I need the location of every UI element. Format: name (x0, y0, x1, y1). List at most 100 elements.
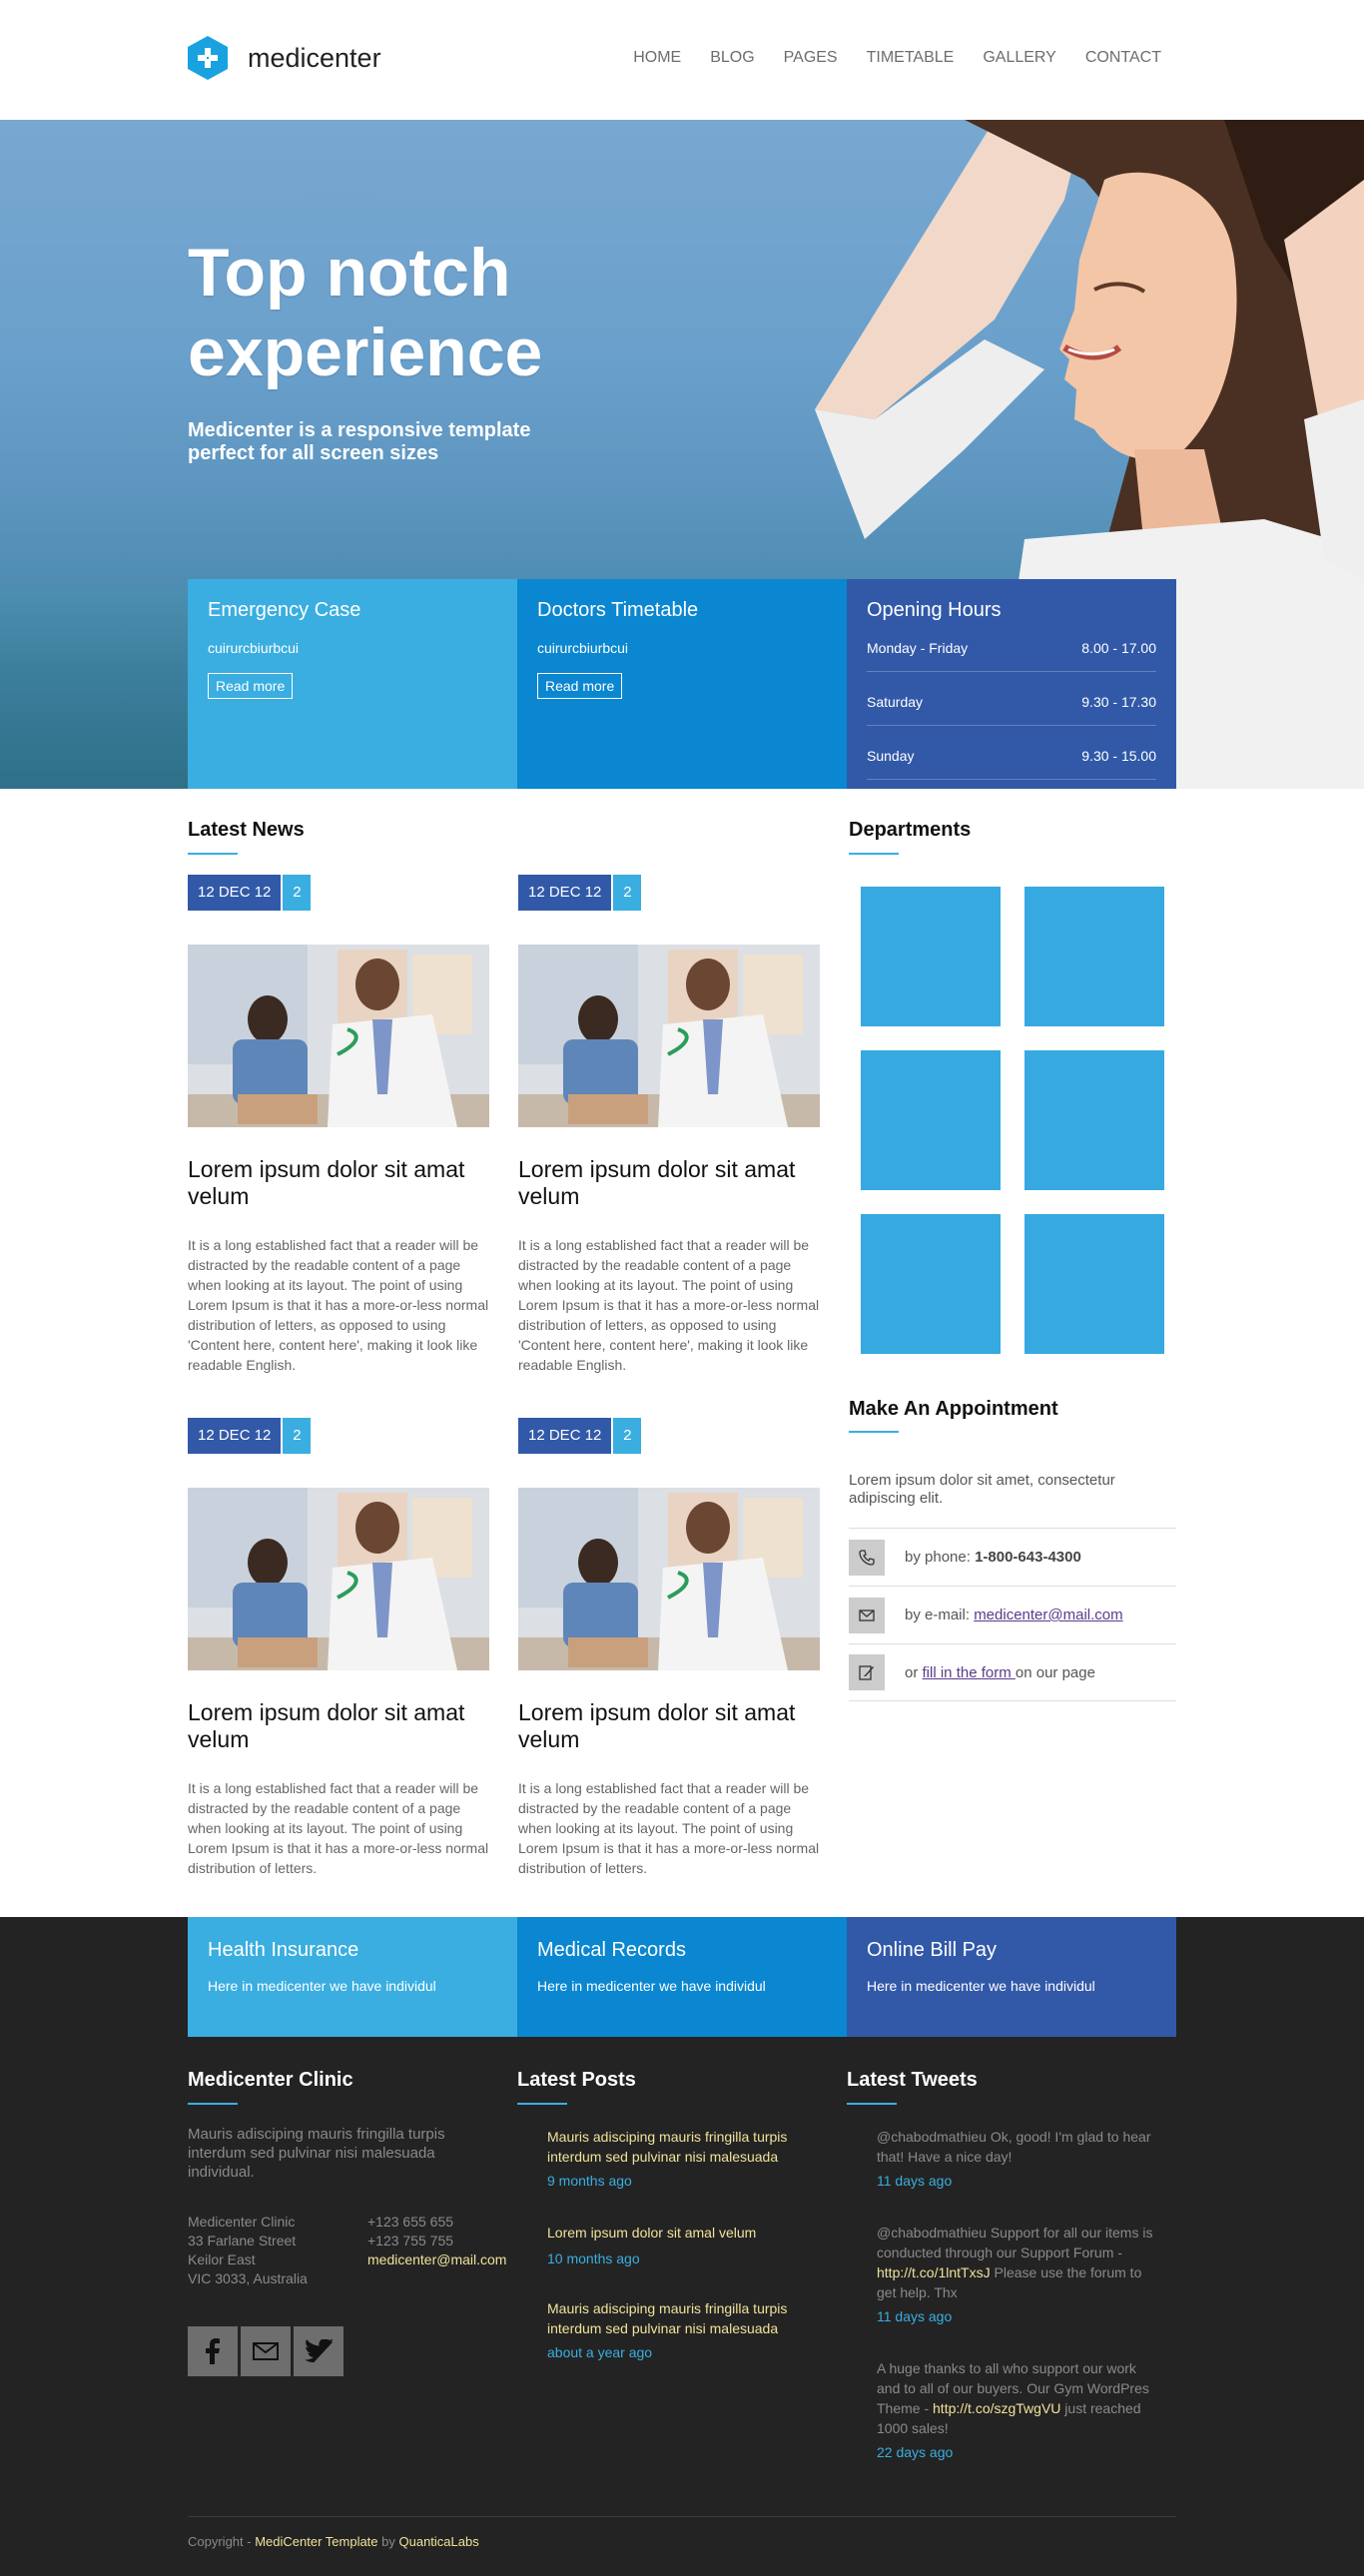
news-image[interactable] (188, 1488, 489, 1670)
post-title-link[interactable]: Mauris adisciping mauris fringilla turpi… (547, 2298, 827, 2338)
date-badge: 12 DEC 12 2 (188, 875, 489, 911)
clinic-email-link[interactable]: medicenter@mail.com (367, 2251, 527, 2269)
news-image[interactable] (518, 945, 820, 1127)
site-footer: Health Insurance Here in medicenter we h… (0, 1917, 1364, 2576)
heading-underline (847, 2103, 897, 2105)
online-bill-pay-box[interactable]: Online Bill Pay Here in medicenter we ha… (847, 1917, 1176, 2037)
edit-form-icon (849, 1654, 885, 1690)
tweet-link[interactable]: http://t.co/1lntTxsJ (877, 2264, 991, 2280)
comment-count[interactable]: 2 (283, 875, 312, 911)
news-title[interactable]: Lorem ipsum dolor sit amat velum (188, 1156, 489, 1210)
hero-title: Top notch experience (188, 235, 543, 390)
emergency-text: cuirurcbiurbcui (208, 640, 300, 656)
news-excerpt: It is a long established fact that a rea… (518, 1780, 820, 1876)
latest-post: Lorem ipsum dolor sit amal velum 10 mont… (547, 2223, 827, 2268)
timetable-read-more-button[interactable]: Read more (537, 673, 623, 699)
department-tile[interactable] (1024, 887, 1164, 1026)
news-date: 12 DEC 12 (188, 875, 282, 911)
email-link[interactable]: medicenter@mail.com (974, 1607, 1122, 1623)
tweet-time[interactable]: 11 days ago (877, 2306, 1156, 2326)
news-image[interactable] (188, 945, 489, 1127)
logo[interactable]: medicenter (188, 36, 381, 80)
nav-contact[interactable]: CONTACT (1085, 49, 1161, 67)
date-badge: 12 DEC 12 2 (518, 1418, 820, 1454)
address-line: Medicenter Clinic (188, 2214, 296, 2230)
nav-timetable[interactable]: TIMETABLE (867, 49, 955, 67)
tweet: @chabodmathieu Support for all our items… (877, 2223, 1156, 2326)
main-nav: HOME BLOG PAGES TIMETABLE GALLERY CONTAC… (604, 49, 1161, 67)
hours-row: Saturday 9.30 - 17.30 (867, 688, 1156, 726)
health-insurance-box[interactable]: Health Insurance Here in medicenter we h… (188, 1917, 517, 2037)
footer-box-title: Medical Records (537, 1939, 686, 1961)
nav-pages[interactable]: PAGES (784, 49, 838, 67)
news-date: 12 DEC 12 (518, 875, 612, 911)
news-title[interactable]: Lorem ipsum dolor sit amat velum (518, 1699, 820, 1753)
department-tile[interactable] (861, 1214, 1001, 1354)
site-header: medicenter HOME BLOG PAGES TIMETABLE GAL… (0, 0, 1364, 120)
tweet-time[interactable]: 11 days ago (877, 2171, 1156, 2191)
heading-underline (849, 853, 899, 855)
news-excerpt: It is a long established fact that a rea… (188, 1780, 489, 1876)
emergency-box: Emergency Case cuirurcbiurbcui Read more (188, 579, 517, 789)
footer-box-title: Health Insurance (208, 1939, 359, 1961)
timetable-text: cuirurcbiurbcui (537, 640, 629, 656)
comment-count[interactable]: 2 (613, 1418, 642, 1454)
fill-form-link[interactable]: fill in the form (923, 1664, 1016, 1681)
tweet-time[interactable]: 22 days ago (877, 2442, 1156, 2462)
nav-home[interactable]: HOME (633, 49, 681, 67)
department-tile[interactable] (1024, 1050, 1164, 1190)
footer-box-title: Online Bill Pay (867, 1939, 998, 1961)
nav-gallery[interactable]: GALLERY (983, 49, 1056, 67)
latest-tweets-heading: Latest Tweets (847, 2069, 978, 2091)
post-time: 10 months ago (547, 2251, 640, 2266)
hero-subtitle: Medicenter is a responsive template perf… (188, 419, 531, 464)
comment-count[interactable]: 2 (283, 1418, 312, 1454)
footer-box-text: Here in medicenter we have individul (867, 1978, 1095, 1994)
address-line: VIC 3033, Australia (188, 2270, 308, 2286)
facebook-icon[interactable] (188, 2326, 238, 2376)
department-tile[interactable] (861, 887, 1001, 1026)
author-link[interactable]: QuanticaLabs (399, 2534, 479, 2549)
news-title[interactable]: Lorem ipsum dolor sit amat velum (188, 1699, 489, 1753)
emergency-read-more-button[interactable]: Read more (208, 673, 294, 699)
template-link[interactable]: MediCenter Template (255, 2534, 377, 2549)
heading-underline (517, 2103, 567, 2105)
phone-number[interactable]: 1-800-643-4300 (975, 1549, 1081, 1566)
logo-text: medicenter (248, 42, 381, 73)
news-image[interactable] (518, 1488, 820, 1670)
clinic-contacts: +123 655 655 +123 755 755 medicenter@mai… (367, 2213, 527, 2269)
email-label: by e-mail: (905, 1607, 975, 1623)
hours-day: Monday - Friday (867, 640, 969, 656)
news-excerpt: It is a long established fact that a rea… (518, 1237, 820, 1373)
tweet: @chabodmathieu Ok, good! I'm glad to hea… (877, 2127, 1156, 2191)
nav-blog[interactable]: BLOG (710, 49, 754, 67)
latest-news-heading: Latest News (188, 819, 305, 841)
post-title-link[interactable]: Mauris adisciping mauris fringilla turpi… (547, 2127, 827, 2167)
post-title-link[interactable]: Lorem ipsum dolor sit amal velum (547, 2223, 827, 2243)
heading-underline (188, 2103, 238, 2105)
post-time: 9 months ago (547, 2173, 632, 2189)
appointment-form: or fill in the form on our page (905, 1664, 1095, 1681)
social-icons (188, 2326, 343, 2376)
comment-count[interactable]: 2 (613, 875, 642, 911)
news-item: 12 DEC 12 2 Lorem ipsum dolor sit amat v… (518, 1418, 820, 1878)
appointment-phone-row: by phone: 1-800-643-4300 (849, 1528, 1176, 1586)
clinic-phone: +123 655 655 (367, 2214, 454, 2230)
news-title[interactable]: Lorem ipsum dolor sit amat velum (518, 1156, 820, 1210)
tweet-link[interactable]: http://t.co/szgTwgVU (933, 2400, 1060, 2416)
heading-underline (849, 1431, 899, 1433)
copyright: Copyright - MediCenter Template by Quant… (188, 2534, 479, 2549)
news-item: 12 DEC 12 2 Lorem ipsum dolor sit amat v… (188, 1418, 489, 1878)
department-tile[interactable] (1024, 1214, 1164, 1354)
main-content: Latest News 12 DEC 12 2 Lorem ipsum dolo… (0, 789, 1364, 1917)
date-badge: 12 DEC 12 2 (518, 875, 820, 911)
emergency-title: Emergency Case (208, 599, 361, 621)
appointment-email: by e-mail: medicenter@mail.com (905, 1607, 1123, 1623)
department-tile[interactable] (861, 1050, 1001, 1190)
email-social-icon[interactable] (241, 2326, 291, 2376)
twitter-icon[interactable] (294, 2326, 343, 2376)
clinic-heading: Medicenter Clinic (188, 2069, 353, 2091)
hours-time: 9.30 - 15.00 (1081, 748, 1156, 764)
opening-hours-title: Opening Hours (867, 599, 1002, 621)
medical-records-box[interactable]: Medical Records Here in medicenter we ha… (517, 1917, 847, 2037)
